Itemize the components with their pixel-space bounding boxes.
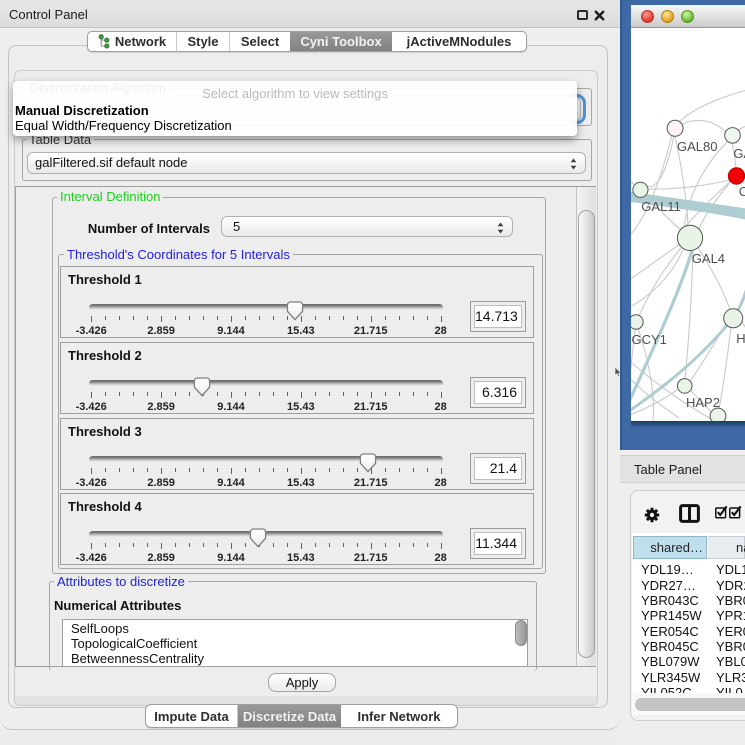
svg-text:GAL4: GAL4 <box>692 251 725 266</box>
svg-text:H: H <box>736 331 745 346</box>
svg-text:GA: GA <box>733 146 745 161</box>
svg-text:C: C <box>739 184 745 199</box>
svg-text:GCY1: GCY1 <box>632 332 667 347</box>
svg-text:GAL80: GAL80 <box>677 139 717 154</box>
svg-text:HAP2: HAP2 <box>686 395 720 410</box>
svg-text:GAL11: GAL11 <box>641 199 681 214</box>
